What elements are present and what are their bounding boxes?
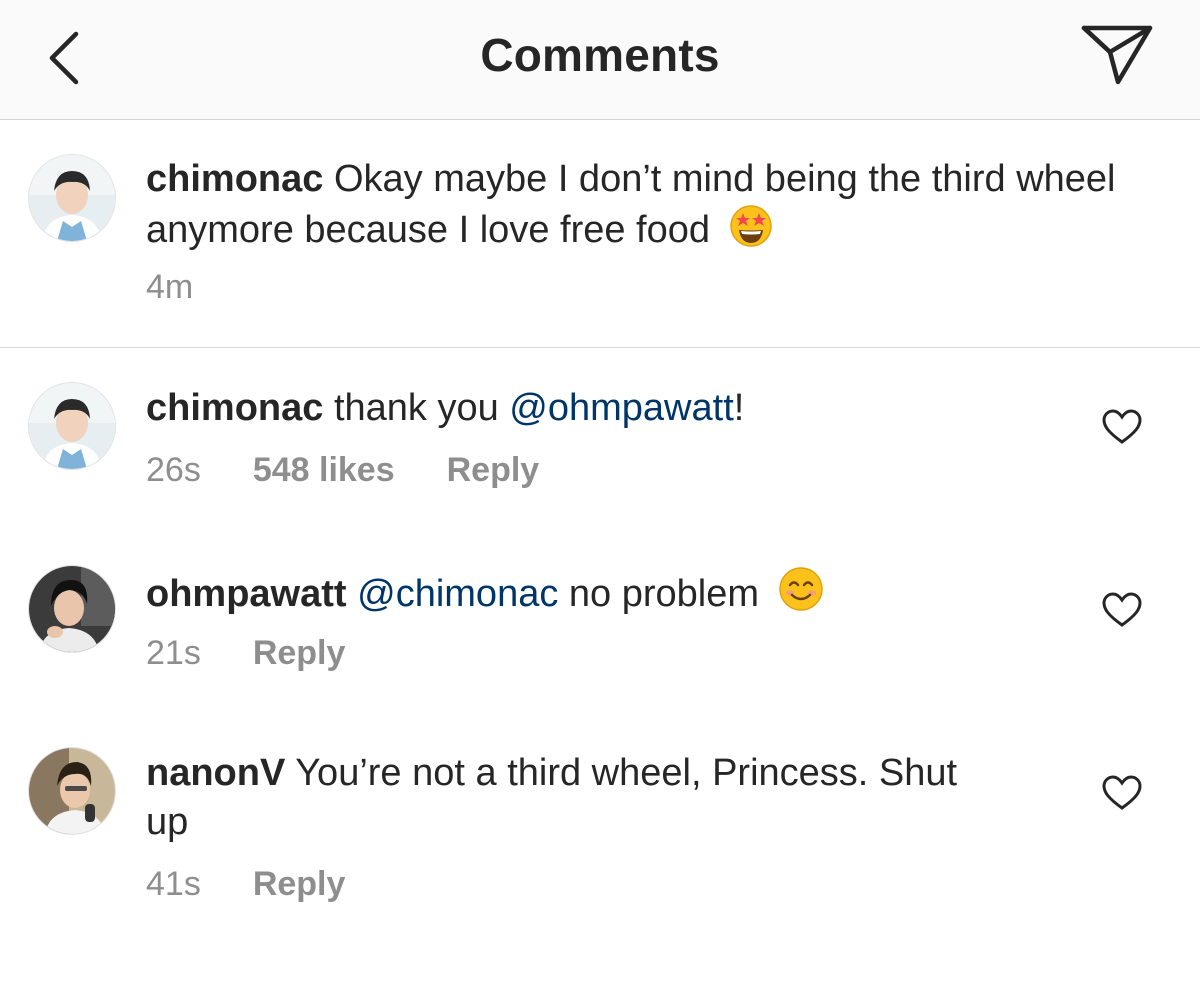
reply-button[interactable]: Reply [253, 865, 346, 904]
heart-icon[interactable] [1102, 409, 1142, 445]
heart-icon[interactable] [1102, 592, 1142, 628]
comment-body-end: ! [733, 387, 745, 429]
timestamp: 21s [146, 634, 201, 672]
avatar[interactable] [28, 154, 116, 242]
avatar[interactable] [28, 565, 116, 653]
header-bar: Comments [0, 0, 1200, 120]
comment-body: thank you [333, 387, 510, 429]
comment-meta: 21s Reply [146, 634, 345, 673]
comment-username[interactable]: ohmpawatt [146, 573, 347, 615]
share-button[interactable] [1078, 22, 1156, 88]
timestamp: 4m [146, 268, 194, 306]
comment-text: nanonV You’re not a third wheel, Princes… [146, 749, 966, 847]
reply-button[interactable]: Reply [253, 634, 346, 673]
mention-link[interactable]: @ohmpawatt [509, 387, 733, 429]
smiling-face-emoji [778, 566, 824, 625]
mention-link[interactable]: @chimonac [357, 573, 558, 615]
comment-meta: 41s Reply [146, 865, 345, 904]
comment-username[interactable]: nanonV [146, 752, 285, 794]
avatar[interactable] [28, 747, 116, 835]
page-title: Comments [480, 29, 720, 81]
comment-text: ohmpawatt @chimonac no problem [146, 566, 1126, 625]
caption-text: chimonac Okay maybe I don’t mind being t… [146, 155, 1126, 261]
avatar[interactable] [28, 382, 116, 470]
likes-count[interactable]: 548 likes [253, 451, 395, 490]
comment-meta: 26s 548 likes Reply [146, 451, 539, 490]
comment-body: no problem [558, 573, 760, 615]
comment-username[interactable]: chimonac [146, 158, 323, 200]
timestamp: 41s [146, 865, 201, 903]
star-struck-emoji [729, 204, 773, 261]
comment-username[interactable]: chimonac [146, 387, 323, 429]
caption-meta: 4m [146, 268, 245, 307]
caption-section: chimonac Okay maybe I don’t mind being t… [0, 120, 1200, 348]
heart-icon[interactable] [1102, 775, 1142, 811]
reply-button[interactable]: Reply [447, 451, 540, 490]
timestamp: 26s [146, 451, 201, 489]
paper-plane-icon [1081, 25, 1153, 85]
comment-text: chimonac thank you @ohmpawatt! [146, 384, 1126, 433]
